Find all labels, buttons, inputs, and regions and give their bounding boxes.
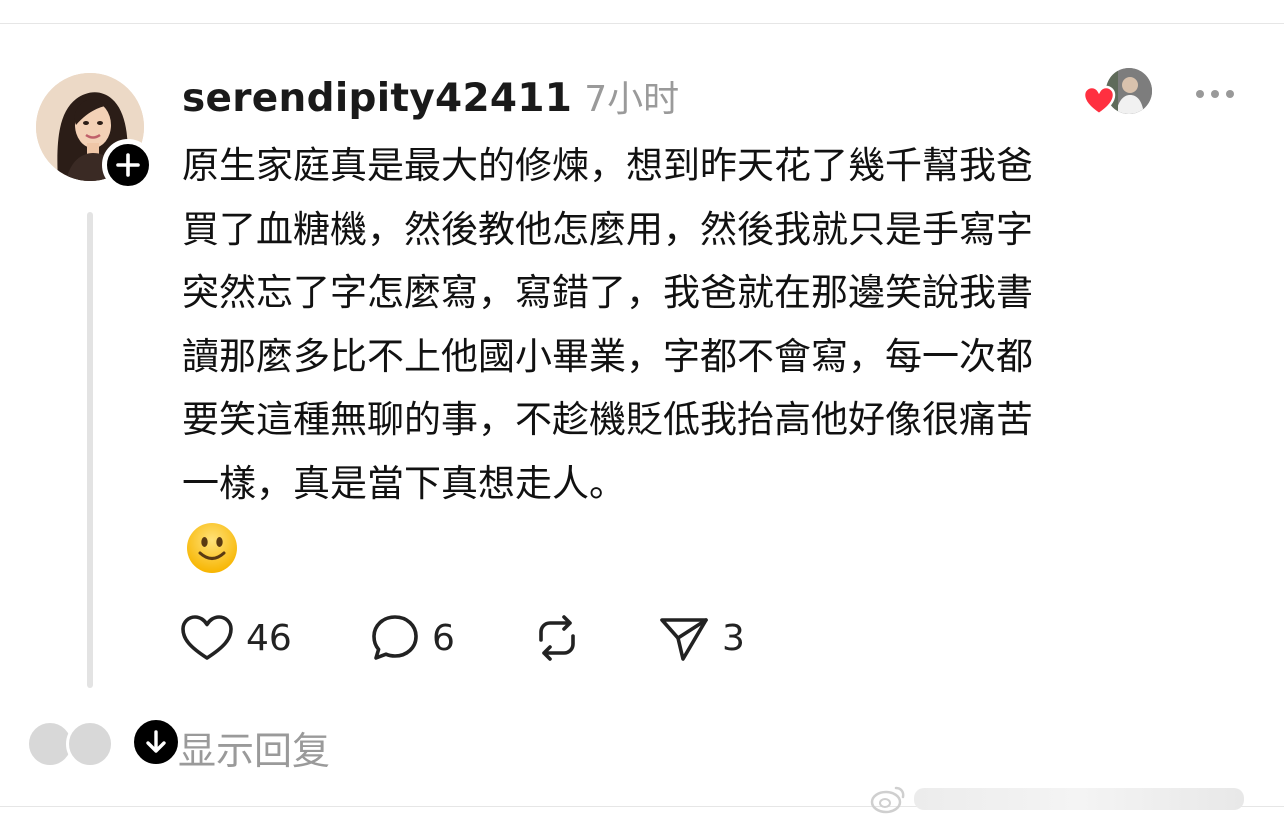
repost-icon <box>539 615 575 661</box>
slightly-smiling-face-emoji <box>187 523 237 573</box>
post-body-line: 讀那麼多比不上他國小畢業，字都不會寫，每一次都 <box>182 334 1033 378</box>
like-count: 46 <box>246 617 292 659</box>
arrow-down-icon <box>146 730 166 753</box>
more-options-icon[interactable] <box>1194 84 1236 104</box>
heart-outline-icon <box>181 615 233 660</box>
heart-filled-icon <box>1082 85 1116 116</box>
post-body-line: 突然忘了字怎麼寫，寫錯了，我爸就在那邊笑說我書 <box>182 271 1033 314</box>
show-replies-label[interactable]: 显示回复 <box>178 720 330 775</box>
watermark <box>870 776 1244 822</box>
post-body-line: 原生家庭真是最大的修煉，想到昨天花了幾千幫我爸 <box>182 144 1033 187</box>
thread-line <box>87 212 93 688</box>
share-button[interactable]: 3 <box>658 610 745 666</box>
watermark-blurred-text <box>914 788 1244 810</box>
username[interactable]: serendipity42411 <box>182 76 572 121</box>
top-divider <box>0 23 1284 24</box>
comment-bubble-icon <box>372 615 418 660</box>
post-header: serendipity42411 7小时 <box>182 70 679 122</box>
comment-count: 6 <box>432 617 455 659</box>
liked-by-indicator[interactable] <box>1082 68 1154 120</box>
show-replies-row[interactable]: 显示回复 <box>26 716 426 775</box>
comment-button[interactable]: 6 <box>370 610 455 666</box>
post-body-line: 買了血糖機，然後教他怎麼用，然後我就只是手寫字 <box>182 207 1033 251</box>
share-count: 3 <box>722 617 745 659</box>
weibo-watermark-icon <box>870 786 905 814</box>
plus-icon <box>116 153 140 177</box>
post-body-line: 一樣，真是當下真想走人。 <box>182 461 626 505</box>
send-paper-plane-icon <box>660 618 708 661</box>
repost-button[interactable] <box>532 610 582 666</box>
follow-button[interactable] <box>102 139 154 191</box>
post-body: 原生家庭真是最大的修煉，想到昨天花了幾千幫我爸 買了血糖機，然後教他怎麼用，然後… <box>182 134 1222 515</box>
like-button[interactable]: 46 <box>180 610 292 666</box>
replier-avatar <box>66 720 114 768</box>
post-body-line: 要笑這種無聊的事，不趁機貶低我抬高他好像很痛苦 <box>182 398 1033 441</box>
post-timestamp: 7小时 <box>584 79 680 120</box>
expand-replies-button[interactable] <box>130 716 182 768</box>
